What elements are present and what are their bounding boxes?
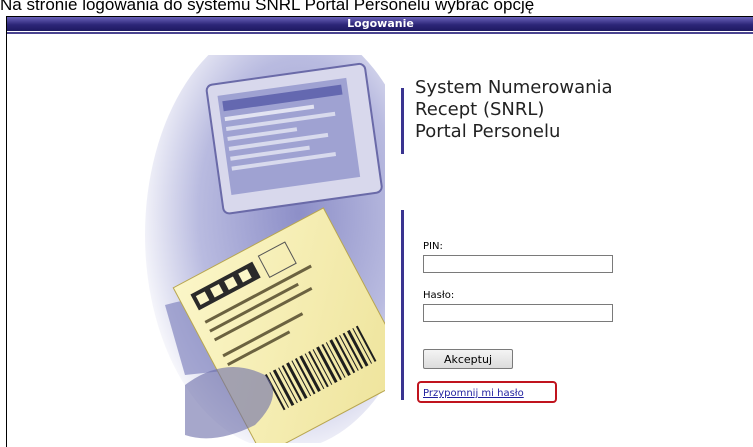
heading-accent-bar: [401, 88, 404, 154]
heading-line-2: Recept (SNRL): [415, 99, 545, 120]
prescription-illustration: [145, 55, 385, 443]
remind-password-link[interactable]: Przypomnij mi hasło: [423, 388, 524, 399]
form-accent-bar: [401, 210, 404, 400]
pin-label: PIN:: [423, 241, 443, 252]
heading-line-1: System Numerowania: [415, 77, 613, 98]
login-window: Logowanie System Numerowania Recept (SNR…: [6, 16, 753, 447]
heading-line-3: Portal Personelu: [415, 121, 561, 142]
window-title-bar: Logowanie: [7, 17, 753, 31]
password-input[interactable]: [423, 304, 613, 322]
password-label: Hasło:: [423, 290, 455, 301]
window-title: Logowanie: [347, 17, 414, 30]
system-heading: System Numerowania Recept (SNRL) Portal …: [415, 77, 695, 143]
prescription-illustration-graphic: [145, 55, 385, 443]
pin-input[interactable]: [423, 255, 613, 273]
title-divider: [7, 32, 753, 34]
accept-button[interactable]: Akceptuj: [423, 349, 513, 369]
instruction-caption: Na stronie logowania do systemu SNRL Por…: [0, 0, 535, 14]
